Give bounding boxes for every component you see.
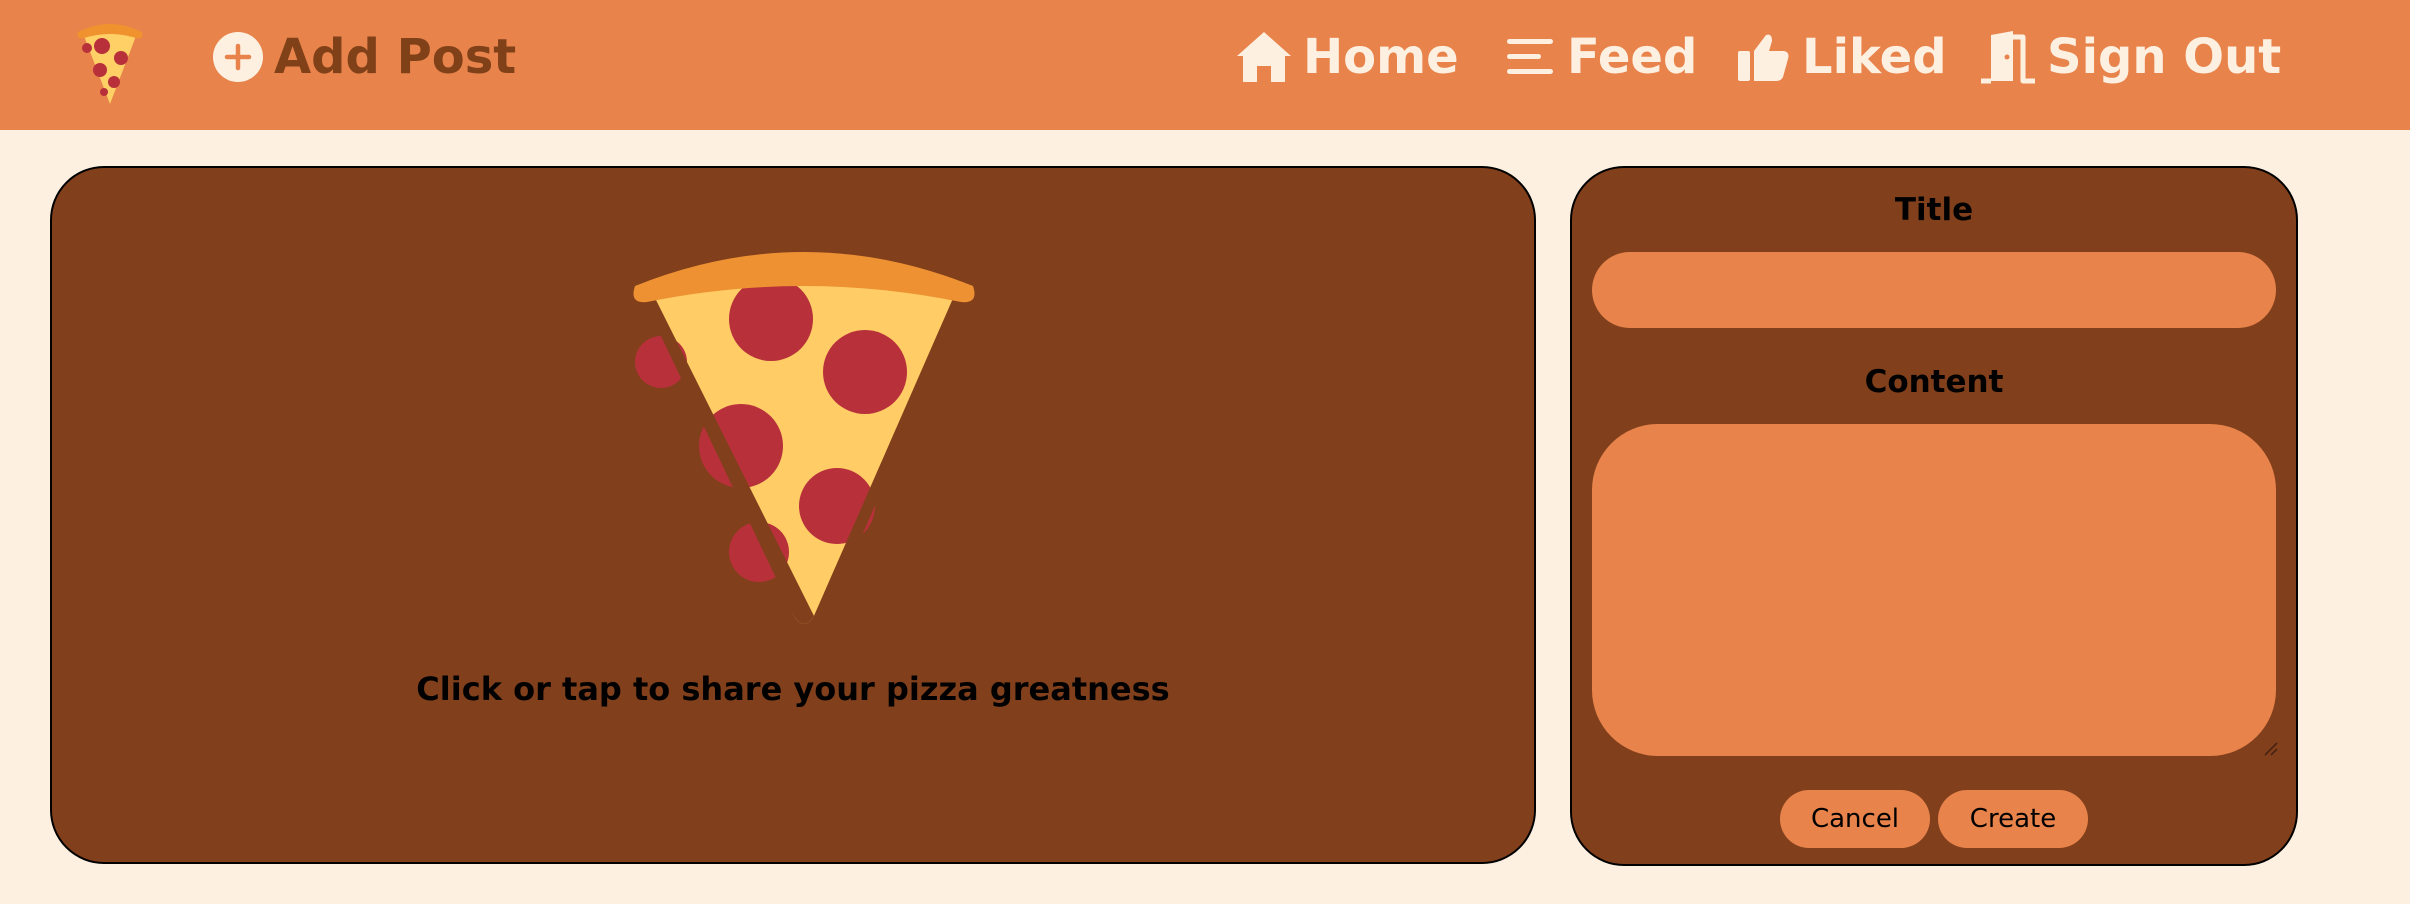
resize-grip-icon[interactable] bbox=[2262, 740, 2278, 756]
pizza-logo-icon[interactable] bbox=[70, 12, 148, 106]
nav-liked-label: Liked bbox=[1802, 29, 1947, 85]
plus-circle-icon bbox=[212, 31, 264, 83]
pizza-slice-icon bbox=[631, 234, 977, 626]
door-icon bbox=[1979, 29, 2037, 85]
title-input[interactable] bbox=[1592, 252, 2276, 328]
cancel-button[interactable]: Cancel bbox=[1780, 790, 1930, 848]
nav-feed-link[interactable]: Feed bbox=[1505, 24, 1697, 90]
content-label: Content bbox=[1864, 364, 2004, 400]
menu-lines-icon bbox=[1505, 35, 1557, 79]
nav-home-link[interactable]: Home bbox=[1235, 24, 1459, 90]
create-button[interactable]: Create bbox=[1938, 790, 2088, 848]
upload-prompt: Click or tap to share your pizza greatne… bbox=[416, 670, 1170, 708]
add-post-label: Add Post bbox=[274, 29, 517, 85]
content-textarea[interactable] bbox=[1592, 424, 2276, 756]
nav-liked-link[interactable]: Liked bbox=[1736, 24, 1947, 90]
title-label: Title bbox=[1894, 192, 1974, 228]
navbar: Add Post Home Feed Liked Sign Out bbox=[0, 0, 2410, 130]
thumbs-up-icon bbox=[1736, 31, 1792, 83]
sign-out-button[interactable]: Sign Out bbox=[1979, 24, 2281, 90]
nav-home-label: Home bbox=[1303, 29, 1459, 85]
house-icon bbox=[1235, 30, 1293, 84]
sign-out-label: Sign Out bbox=[2047, 29, 2282, 85]
nav-feed-label: Feed bbox=[1567, 29, 1698, 85]
image-upload-area[interactable]: Click or tap to share your pizza greatne… bbox=[50, 166, 1536, 864]
post-form: Title Content Cancel Create bbox=[1570, 166, 2298, 866]
add-post-button[interactable]: Add Post bbox=[212, 24, 516, 90]
